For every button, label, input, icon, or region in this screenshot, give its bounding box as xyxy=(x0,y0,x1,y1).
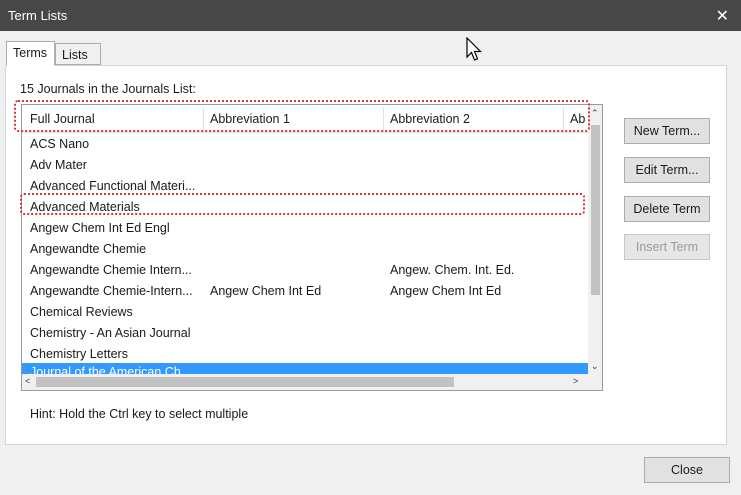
scrollbar-corner xyxy=(588,374,602,390)
list-item[interactable]: Adv Mater xyxy=(22,155,588,176)
window-title: Term Lists xyxy=(8,8,68,23)
hint-text: Hint: Hold the Ctrl key to select multip… xyxy=(30,407,249,421)
cell-abbreviation-2: Angew. Chem. Int. Ed. xyxy=(390,263,515,277)
scroll-down-arrow-icon[interactable]: ⌄ xyxy=(591,361,599,372)
list-header: Full Journal Abbreviation 1 Abbreviation… xyxy=(22,105,588,133)
horizontal-scroll-thumb[interactable] xyxy=(36,377,454,387)
insert-term-button[interactable]: Insert Term xyxy=(624,234,710,260)
cell-abbreviation-1: Angew Chem Int Ed xyxy=(210,284,322,298)
list-item[interactable]: Angew Chem Int Ed Engl xyxy=(22,218,588,239)
cell-full-journal: Angewandte Chemie-Intern... xyxy=(30,284,193,298)
vertical-scroll-thumb[interactable] xyxy=(591,125,600,295)
list-item[interactable]: Chemistry - An Asian Journal xyxy=(22,323,588,344)
column-divider[interactable] xyxy=(563,107,564,131)
column-divider[interactable] xyxy=(383,107,384,131)
cell-full-journal: Chemistry - An Asian Journal xyxy=(30,326,191,340)
list-item[interactable]: ACS Nano xyxy=(22,134,588,155)
scroll-left-arrow-icon[interactable]: < xyxy=(25,376,30,386)
terms-panel: 15 Journals in the Journals List: Full J… xyxy=(5,65,727,445)
list-item[interactable]: Chemistry Letters xyxy=(22,344,588,365)
journal-count-label: 15 Journals in the Journals List: xyxy=(20,82,196,96)
cell-full-journal: Advanced Functional Materi... xyxy=(30,179,196,193)
cell-full-journal: Angewandte Chemie Intern... xyxy=(30,263,192,277)
journal-list[interactable]: Full Journal Abbreviation 1 Abbreviation… xyxy=(21,104,603,391)
column-header-full-journal[interactable]: Full Journal xyxy=(30,112,95,126)
list-item[interactable]: Angewandte Chemie xyxy=(22,239,588,260)
column-header-abbreviation-2[interactable]: Abbreviation 2 xyxy=(390,112,470,126)
cell-full-journal: Angew Chem Int Ed Engl xyxy=(30,221,170,235)
vertical-scrollbar[interactable]: ⌃ ⌄ xyxy=(588,105,602,374)
horizontal-scrollbar[interactable]: < > xyxy=(22,374,588,390)
column-header-abbreviation-3[interactable]: Ab xyxy=(570,112,585,126)
close-icon[interactable]: ✕ xyxy=(716,6,729,26)
list-item[interactable]: Advanced Functional Materi... xyxy=(22,176,588,197)
list-item[interactable]: Angewandte Chemie-Intern... Angew Chem I… xyxy=(22,281,588,302)
cell-full-journal: Chemical Reviews xyxy=(30,305,133,319)
list-item[interactable]: Angewandte Chemie Intern... Angew. Chem.… xyxy=(22,260,588,281)
list-item[interactable]: Advanced Materials xyxy=(22,197,588,218)
cell-full-journal: Adv Mater xyxy=(30,158,87,172)
cell-abbreviation-2: Angew Chem Int Ed xyxy=(390,284,502,298)
cell-full-journal: Advanced Materials xyxy=(30,200,140,214)
tab-terms[interactable]: Terms xyxy=(6,41,55,66)
cell-full-journal: Chemistry Letters xyxy=(30,347,128,361)
delete-term-button[interactable]: Delete Term xyxy=(624,196,710,222)
column-divider[interactable] xyxy=(203,107,204,131)
tab-lists[interactable]: Lists xyxy=(55,43,101,65)
close-button[interactable]: Close xyxy=(644,457,730,483)
new-term-button[interactable]: New Term... xyxy=(624,118,710,144)
cell-full-journal: ACS Nano xyxy=(30,137,90,151)
cell-full-journal: Angewandte Chemie xyxy=(30,242,147,256)
scroll-right-arrow-icon[interactable]: > xyxy=(573,376,578,386)
column-header-abbreviation-1[interactable]: Abbreviation 1 xyxy=(210,112,290,126)
title-bar: Term Lists ✕ xyxy=(0,0,741,31)
edit-term-button[interactable]: Edit Term... xyxy=(624,157,710,183)
mouse-cursor-icon xyxy=(466,37,482,61)
list-item[interactable]: Chemical Reviews xyxy=(22,302,588,323)
scroll-up-arrow-icon[interactable]: ⌃ xyxy=(591,108,599,119)
